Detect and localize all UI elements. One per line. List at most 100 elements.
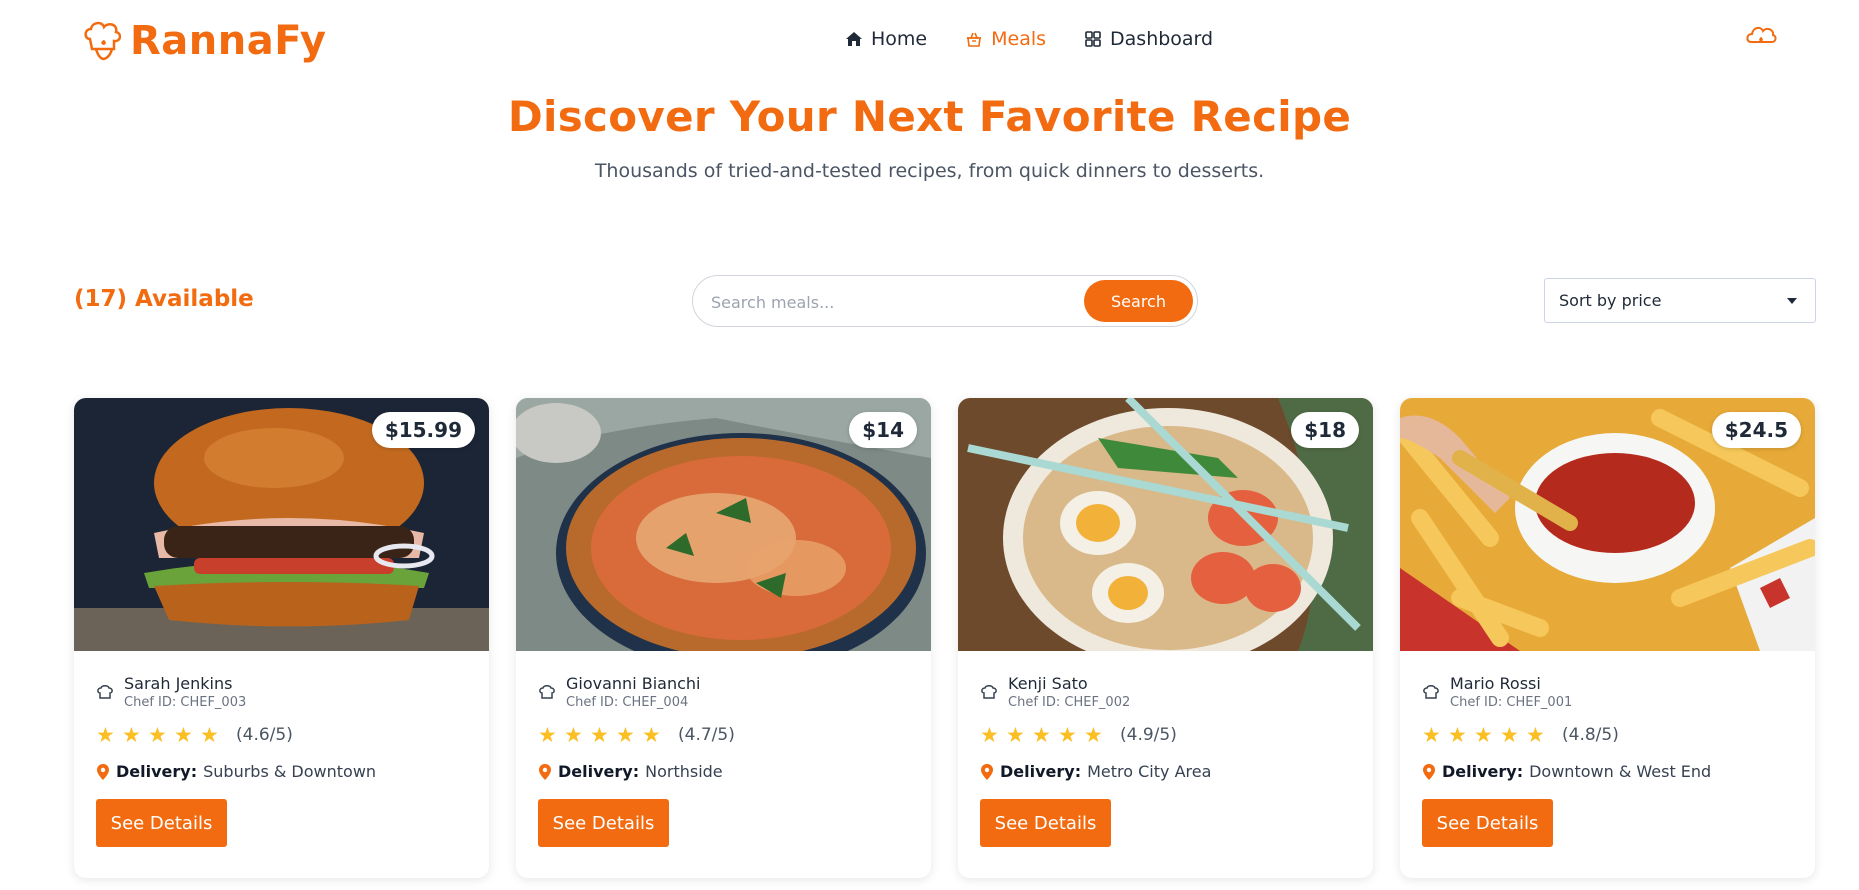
star-icon: ★ [538, 723, 557, 747]
see-details-button[interactable]: See Details [538, 799, 669, 847]
star-icon: ★ [1500, 723, 1519, 747]
nav-dashboard-label: Dashboard [1110, 28, 1214, 50]
star-icon: ★ [616, 723, 635, 747]
chef-hat-icon [97, 685, 113, 699]
star-icon: ★ [200, 723, 219, 747]
see-details-button[interactable]: See Details [1422, 799, 1553, 847]
meal-image-burger: $15.99 [74, 398, 489, 651]
rating: ★ ★ ★ ★ ★ (4.9/5) [980, 723, 1177, 747]
see-details-button[interactable]: See Details [96, 799, 227, 847]
delivery-info: Delivery: Metro City Area [980, 762, 1211, 781]
see-details-button[interactable]: See Details [980, 799, 1111, 847]
meal-image-pizza: $14 [516, 398, 931, 651]
rating: ★ ★ ★ ★ ★ (4.8/5) [1422, 723, 1619, 747]
location-pin-icon [539, 763, 551, 780]
search-bar: Search [692, 275, 1198, 327]
brand[interactable]: RannaFy [82, 18, 326, 64]
delivery-value: Suburbs & Downtown [203, 762, 377, 781]
chef-hat-icon [539, 685, 555, 699]
chef-id: Chef ID: CHEF_001 [1450, 695, 1573, 710]
rating-text: (4.7/5) [678, 725, 735, 745]
navbar: RannaFy Home Meals Dashboard [0, 0, 1859, 82]
price-badge: $14 [849, 412, 917, 448]
nav-home-label: Home [871, 28, 928, 50]
brand-name: RannaFy [130, 18, 327, 64]
chef-info: Giovanni Bianchi Chef ID: CHEF_004 [538, 674, 700, 710]
nav-meals-label: Meals [991, 28, 1047, 50]
delivery-label: Delivery: [1442, 762, 1524, 781]
price-badge: $15.99 [371, 412, 475, 448]
chevron-down-icon [1787, 298, 1797, 304]
nav-meals[interactable]: Meals [965, 28, 1046, 50]
meal-card: $14 Giovanni Bianchi Chef ID: CHEF_004 ★… [516, 398, 931, 878]
star-icon: ★ [590, 723, 609, 747]
chef-hat-icon [981, 685, 997, 699]
delivery-value: Downtown & West End [1529, 762, 1712, 781]
star-icon: ★ [980, 723, 999, 747]
star-icon: ★ [1422, 723, 1441, 747]
star-icon: ★ [148, 723, 167, 747]
search-input[interactable] [711, 289, 1071, 315]
chef-name: Kenji Sato [1008, 674, 1088, 693]
location-pin-icon [1423, 763, 1435, 780]
delivery-info: Delivery: Northside [538, 762, 723, 781]
star-icon: ★ [1032, 723, 1051, 747]
delivery-label: Delivery: [116, 762, 198, 781]
delivery-info: Delivery: Suburbs & Downtown [96, 762, 376, 781]
meal-image-fries: $24.5 [1400, 398, 1815, 651]
delivery-label: Delivery: [1000, 762, 1082, 781]
meal-card: $15.99 Sarah Jenkins Chef ID: CHEF_003 ★… [74, 398, 489, 878]
delivery-value: Metro City Area [1087, 762, 1212, 781]
chef-info: Mario Rossi Chef ID: CHEF_001 [1422, 674, 1572, 710]
cloud-flame-icon[interactable] [1745, 20, 1777, 50]
star-icon: ★ [96, 723, 115, 747]
location-pin-icon [981, 763, 993, 780]
basket-icon [967, 32, 982, 47]
meal-card: $24.5 Mario Rossi Chef ID: CHEF_001 ★ ★ … [1400, 398, 1815, 878]
rating: ★ ★ ★ ★ ★ (4.6/5) [96, 723, 293, 747]
chef-info: Kenji Sato Chef ID: CHEF_002 [980, 674, 1130, 710]
location-pin-icon [97, 763, 109, 780]
available-count: (17) Available [74, 286, 254, 312]
star-icon: ★ [1526, 723, 1545, 747]
sort-select[interactable]: Sort by price [1544, 278, 1816, 323]
star-icon: ★ [642, 723, 661, 747]
chef-info: Sarah Jenkins Chef ID: CHEF_003 [96, 674, 246, 710]
chef-id: Chef ID: CHEF_004 [566, 695, 689, 710]
nav-home[interactable]: Home [845, 28, 927, 50]
nav-dashboard[interactable]: Dashboard [1084, 28, 1213, 50]
rating: ★ ★ ★ ★ ★ (4.7/5) [538, 723, 735, 747]
chef-name: Mario Rossi [1450, 674, 1541, 693]
star-icon: ★ [1448, 723, 1467, 747]
delivery-label: Delivery: [558, 762, 640, 781]
sort-select-value: Sort by price [1559, 291, 1662, 310]
chef-hat-logo-icon [84, 21, 122, 61]
meal-card: $18 Kenji Sato Chef ID: CHEF_002 ★ ★ ★ ★… [958, 398, 1373, 878]
star-icon: ★ [1058, 723, 1077, 747]
delivery-info: Delivery: Downtown & West End [1422, 762, 1711, 781]
price-badge: $24.5 [1711, 412, 1801, 448]
chef-id: Chef ID: CHEF_003 [124, 695, 247, 710]
page-title: Discover Your Next Favorite Recipe [507, 92, 1352, 141]
rating-text: (4.8/5) [1562, 725, 1619, 745]
search-button[interactable]: Search [1084, 280, 1193, 322]
grid-icon [1085, 31, 1101, 47]
meal-image-ramen: $18 [958, 398, 1373, 651]
star-icon: ★ [564, 723, 583, 747]
star-icon: ★ [122, 723, 141, 747]
star-icon: ★ [1474, 723, 1493, 747]
main-nav: Home Meals Dashboard [845, 28, 1213, 50]
star-icon: ★ [1084, 723, 1103, 747]
chef-id: Chef ID: CHEF_002 [1008, 695, 1131, 710]
rating-text: (4.9/5) [1120, 725, 1177, 745]
chef-name: Giovanni Bianchi [566, 674, 701, 693]
star-icon: ★ [174, 723, 193, 747]
home-icon [846, 32, 862, 46]
chef-name: Sarah Jenkins [124, 674, 233, 693]
chef-hat-icon [1423, 685, 1439, 699]
rating-text: (4.6/5) [236, 725, 293, 745]
star-icon: ★ [1006, 723, 1025, 747]
price-badge: $18 [1291, 412, 1359, 448]
page-subtitle: Thousands of tried-and-tested recipes, f… [594, 160, 1265, 182]
delivery-value: Northside [645, 762, 723, 781]
